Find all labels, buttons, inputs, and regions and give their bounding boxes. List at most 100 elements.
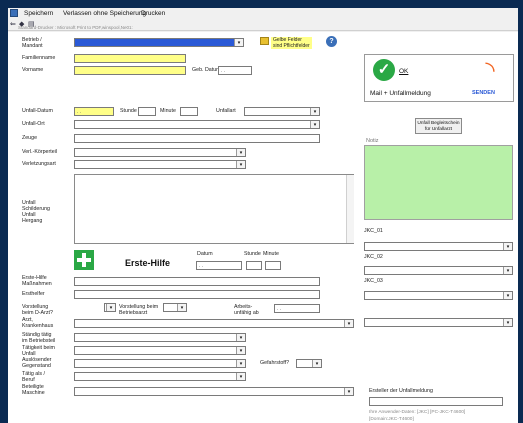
betrieb-label: Betrieb / Mandant xyxy=(22,37,43,49)
zeuge-field[interactable] xyxy=(74,134,320,143)
gefahrstoff-select[interactable]: ▾ xyxy=(296,359,322,368)
verletzungsart-select[interactable]: ▾ xyxy=(74,160,246,169)
jkc02-select[interactable]: ▾ xyxy=(364,266,513,275)
arbeitsunfaehig-label: Arbeits- unfähig ab xyxy=(234,304,259,316)
verl-koerperteil-select[interactable]: ▾ xyxy=(74,148,246,157)
vorstellung-darzt-label: Vorstellung beim D-Arzt? xyxy=(22,304,53,316)
accident-report-form: Standard-Drucker : Microsoft Print to PD… xyxy=(8,25,518,423)
unfall-ort-label: Unfall-Ort xyxy=(22,121,45,127)
chevron-down-icon[interactable]: ▾ xyxy=(310,121,319,128)
gefahrstoff-label: Gefahrstoff? xyxy=(260,360,290,366)
printer-breadcrumb: Standard-Drucker : Microsoft Print to PD… xyxy=(18,25,133,30)
menu-exit-without-save[interactable]: Verlassen ohne Speicherung xyxy=(63,10,146,17)
notiz-label: Notiz xyxy=(366,138,379,144)
krankenhaus-select[interactable]: ▾ xyxy=(74,319,354,328)
unfallart-label: Unfallart xyxy=(216,108,236,114)
jkc03-select[interactable]: ▾ xyxy=(364,291,513,300)
jkc04-select[interactable]: ▾ xyxy=(364,318,513,327)
chevron-down-icon[interactable]: ▾ xyxy=(236,334,245,341)
unfallart-select[interactable]: ▾ xyxy=(244,107,320,116)
unfall-datum-label: Unfall-Datum xyxy=(22,108,53,114)
rss-icon: ◝ xyxy=(485,57,495,84)
erste-hilfe-massnahmen-field[interactable] xyxy=(74,277,320,286)
erste-hilfe-minute-label: Minute xyxy=(263,251,279,257)
required-fields-hint: Gelbe Felder sind Pflichtfelder xyxy=(271,37,312,49)
folder-icon xyxy=(260,37,269,45)
ok-label[interactable]: OK xyxy=(399,68,408,75)
arbeitsunfaehig-field[interactable]: . . xyxy=(274,304,320,313)
begleitschein-button[interactable]: Unfall Begleitschein für Unfallarzt xyxy=(415,118,462,134)
erste-hilfe-title: Erste-Hilfe xyxy=(125,258,171,268)
chevron-down-icon[interactable]: ▾ xyxy=(503,292,512,299)
ersthelfer-field[interactable] xyxy=(74,290,320,299)
chevron-down-icon[interactable]: ▾ xyxy=(236,161,245,168)
krankenhaus-label: Arzt, Krankenhaus xyxy=(22,317,54,329)
vorstellung-betriebsarzt-select[interactable]: ▾ xyxy=(163,303,187,312)
back-icon[interactable]: ⇐ xyxy=(10,20,16,28)
menu-print[interactable]: Drucken xyxy=(141,10,165,17)
jkc03-label: JKC_03 xyxy=(364,278,383,284)
chevron-down-icon[interactable]: ▾ xyxy=(177,304,186,311)
familienname-label: Familienname xyxy=(22,55,56,61)
vorstellung-betriebsarzt-label: Vorstellung beim Betriebsarzt xyxy=(119,304,159,316)
ersteller-field[interactable] xyxy=(369,397,503,406)
application-window: Speichern Verlassen ohne Speicherung Dru… xyxy=(8,8,518,423)
gegenstand-label: Auslösender Gegenstand xyxy=(22,357,52,369)
vorname-field[interactable] xyxy=(74,66,186,75)
chevron-down-icon[interactable]: ▾ xyxy=(344,320,353,327)
gegenstand-select[interactable]: ▾ xyxy=(74,359,246,368)
geb-datum-label: Geb. Datum xyxy=(192,67,221,73)
senden-label[interactable]: Mail + Unfallmeldung xyxy=(370,90,431,97)
menu-save[interactable]: Speichern xyxy=(24,10,53,17)
chevron-down-icon[interactable]: ▾ xyxy=(312,360,321,367)
chevron-down-icon[interactable]: ▾ xyxy=(503,243,512,250)
maschine-select[interactable]: ▾ xyxy=(74,387,354,396)
familienname-field[interactable] xyxy=(74,54,186,63)
vorstellung-darzt-select[interactable]: ▾ xyxy=(104,303,116,312)
notiz-textarea[interactable] xyxy=(364,145,513,220)
erste-hilfe-massnahmen-label: Erste-Hilfe Maßnahmen xyxy=(22,275,52,287)
ersteller-label: Ersteller der Unfallmeldung xyxy=(369,388,433,394)
chevron-down-icon[interactable]: ▾ xyxy=(236,373,245,380)
senden-badge[interactable]: SENDEN xyxy=(472,90,495,96)
erste-hilfe-datum-field[interactable]: . . xyxy=(196,261,242,270)
betrieb-select[interactable]: ▾ xyxy=(74,38,244,47)
erste-hilfe-stunde-field[interactable] xyxy=(246,261,262,270)
erste-hilfe-minute-field[interactable] xyxy=(265,261,281,270)
scrollbar[interactable] xyxy=(346,175,354,243)
chevron-down-icon[interactable]: ▾ xyxy=(236,347,245,354)
chevron-down-icon[interactable]: ▾ xyxy=(503,267,512,274)
taetig-betrieb-label: Ständig tätig im Betriebsteil xyxy=(22,332,56,344)
taetig-als-label: Tätig als / Beruf xyxy=(22,371,45,383)
verletzungsart-label: Verletzungsart xyxy=(22,161,56,167)
verl-koerperteil-label: Verl.-Körperteil xyxy=(22,149,58,155)
unfall-minute-field[interactable] xyxy=(180,107,198,116)
taetig-betrieb-select[interactable]: ▾ xyxy=(74,333,246,342)
user-data-line2: [Domain:JKC-T4600] xyxy=(369,417,414,422)
jkc01-select[interactable]: ▾ xyxy=(364,242,513,251)
menu-bar: Speichern Verlassen ohne Speicherung Dru… xyxy=(8,8,518,19)
unfall-datum-field[interactable]: . . xyxy=(74,107,114,116)
taetigkeit-label: Tätigkeit beim Unfall xyxy=(22,345,55,357)
erste-hilfe-datum-label: Datum xyxy=(197,251,213,257)
chevron-down-icon[interactable]: ▾ xyxy=(503,319,512,326)
zeuge-label: Zeuge xyxy=(22,135,38,141)
taetig-als-select[interactable]: ▾ xyxy=(74,372,246,381)
chevron-down-icon[interactable]: ▾ xyxy=(236,149,245,156)
app-icon xyxy=(10,9,18,17)
taetigkeit-select[interactable]: ▾ xyxy=(74,346,246,355)
user-data-line1: Ihre Anwender-Daten: [JKC] [PC-JKC-T4600… xyxy=(369,410,466,415)
maschine-label: Beteiligte Maschine xyxy=(22,384,45,396)
checkmark-icon[interactable]: ✓ xyxy=(373,59,395,81)
unfall-ort-select[interactable]: ▾ xyxy=(74,120,320,129)
chevron-down-icon[interactable]: ▾ xyxy=(234,39,243,46)
chevron-down-icon[interactable]: ▾ xyxy=(310,108,319,115)
help-icon[interactable]: ? xyxy=(326,36,337,47)
schilderung-textarea[interactable] xyxy=(74,174,354,244)
geb-datum-field[interactable]: . . xyxy=(218,66,252,75)
chevron-down-icon[interactable]: ▾ xyxy=(344,388,353,395)
jkc02-label: JKC_02 xyxy=(364,254,383,260)
chevron-down-icon[interactable]: ▾ xyxy=(236,360,245,367)
unfall-stunde-field[interactable] xyxy=(138,107,156,116)
chevron-down-icon[interactable]: ▾ xyxy=(106,304,115,311)
